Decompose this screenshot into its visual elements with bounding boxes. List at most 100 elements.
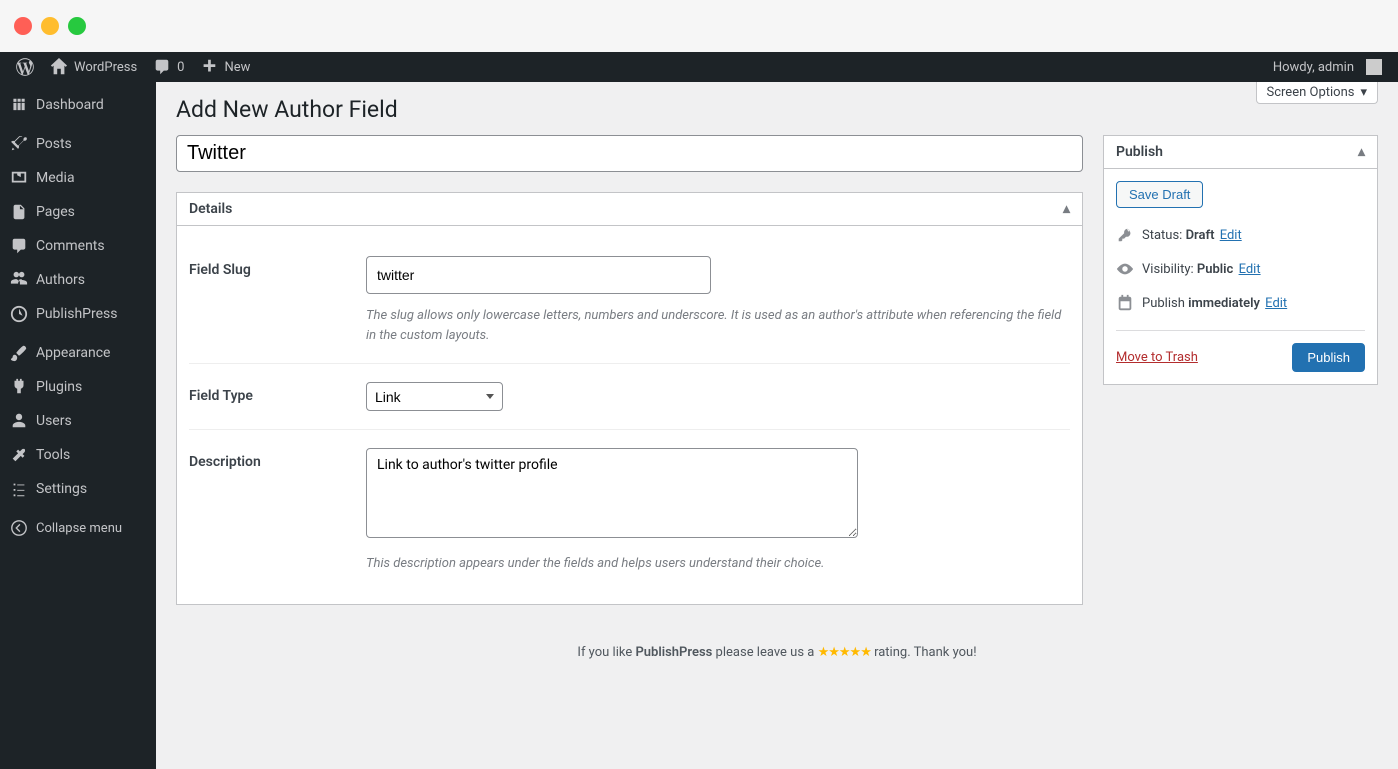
new-label: New [224,60,250,75]
sidebar-item-label: Users [36,413,72,429]
page-icon [10,203,28,221]
status-value: Draft [1186,228,1215,243]
sidebar-item-label: Comments [36,238,105,254]
comments-count: 0 [177,60,184,75]
sidebar-item-publishpress[interactable]: PublishPress [0,297,156,331]
footer-brand: PublishPress [635,645,712,660]
site-name: WordPress [74,60,137,75]
wordpress-icon [16,58,34,76]
calendar-icon [1116,294,1134,312]
dashboard-icon [10,96,28,114]
sidebar-item-label: Tools [36,447,70,463]
media-icon [10,169,28,187]
sidebar-item-dashboard[interactable]: Dashboard [0,88,156,122]
visibility-value: Public [1197,262,1233,277]
footer-text: If you like PublishPress please leave us… [176,605,1378,670]
pin-icon [10,135,28,153]
visibility-label: Visibility: [1142,262,1194,277]
wrench-icon [10,446,28,464]
description-textarea[interactable] [366,448,858,538]
details-toggle[interactable]: ▴ [1063,201,1070,217]
schedule-edit-link[interactable]: Edit [1265,296,1287,311]
details-heading: Details [189,201,232,217]
sidebar-item-label: Plugins [36,379,82,395]
collapse-label: Collapse menu [36,521,122,536]
eye-icon [1116,260,1134,278]
schedule-value: immediately [1188,296,1260,311]
sidebar-item-settings[interactable]: Settings [0,472,156,506]
sidebar-item-media[interactable]: Media [0,161,156,195]
visibility-edit-link[interactable]: Edit [1239,262,1261,277]
publish-toggle[interactable]: ▴ [1358,144,1365,160]
publish-heading: Publish [1116,144,1163,160]
details-box: Details ▴ Field Slug The slug allows onl… [176,192,1083,605]
window-minimize-button[interactable] [41,17,59,35]
details-header: Details ▴ [177,193,1082,226]
screen-options-toggle[interactable]: Screen Options ▾ [1256,82,1379,104]
field-type-select[interactable]: Link [366,382,503,411]
comments-link[interactable]: 0 [145,52,192,82]
title-input[interactable] [176,135,1083,172]
publish-box: Publish ▴ Save Draft Status: Draft Edit [1103,135,1378,385]
window-close-button[interactable] [14,17,32,35]
sidebar-item-tools[interactable]: Tools [0,438,156,472]
field-slug-input[interactable] [366,256,711,294]
sidebar-item-label: Settings [36,481,87,497]
brush-icon [10,344,28,362]
avatar [1366,59,1382,75]
home-icon [50,58,68,76]
user-icon [10,412,28,430]
site-link[interactable]: WordPress [42,52,145,82]
sidebar-item-users[interactable]: Users [0,404,156,438]
field-type-label: Field Type [189,382,366,411]
description-label: Description [189,448,366,574]
sidebar-item-plugins[interactable]: Plugins [0,370,156,404]
rating-stars[interactable]: ★★★★★ [818,645,871,660]
move-to-trash-link[interactable]: Move to Trash [1116,350,1198,365]
plus-icon [200,58,218,76]
publishpress-icon [10,305,28,323]
main-content: Screen Options ▾ Add New Author Field De… [156,82,1398,769]
publish-button[interactable]: Publish [1292,343,1365,372]
comment-icon [10,237,28,255]
collapse-icon [10,519,28,537]
admin-bar: WordPress 0 New Howdy, admin [0,52,1398,82]
comment-icon [153,58,171,76]
sidebar-item-label: Posts [36,136,72,152]
sidebar-item-label: Dashboard [36,97,104,113]
save-draft-button[interactable]: Save Draft [1116,181,1203,208]
sidebar-item-label: PublishPress [36,306,117,322]
admin-sidebar: Dashboard Posts Media Pages Comments Aut… [0,82,156,769]
sidebar-item-posts[interactable]: Posts [0,127,156,161]
footer-post: rating. Thank you! [871,645,977,660]
chevron-down-icon: ▾ [1360,85,1367,100]
sidebar-item-label: Pages [36,204,75,220]
collapse-menu[interactable]: Collapse menu [0,511,156,545]
user-menu[interactable]: Howdy, admin [1265,52,1390,82]
sidebar-item-comments[interactable]: Comments [0,229,156,263]
description-help: This description appears under the field… [366,554,1066,574]
page-title: Add New Author Field [176,82,1378,135]
window-maximize-button[interactable] [68,17,86,35]
field-slug-description: The slug allows only lowercase letters, … [366,306,1066,345]
sidebar-item-authors[interactable]: Authors [0,263,156,297]
sidebar-item-label: Media [36,170,75,186]
sidebar-item-pages[interactable]: Pages [0,195,156,229]
status-edit-link[interactable]: Edit [1220,228,1242,243]
sidebar-item-label: Authors [36,272,85,288]
groups-icon [10,271,28,289]
publish-header: Publish ▴ [1104,136,1377,169]
footer-mid: please leave us a [712,645,817,660]
schedule-label: Publish [1142,296,1185,311]
sidebar-item-label: Appearance [36,345,110,361]
new-link[interactable]: New [192,52,258,82]
sidebar-item-appearance[interactable]: Appearance [0,336,156,370]
key-icon [1116,226,1134,244]
plug-icon [10,378,28,396]
footer-pre: If you like [577,645,635,660]
status-label: Status: [1142,228,1182,243]
screen-options-label: Screen Options [1267,85,1355,100]
browser-chrome [0,0,1398,52]
wp-logo[interactable] [8,52,42,82]
field-slug-label: Field Slug [189,256,366,345]
